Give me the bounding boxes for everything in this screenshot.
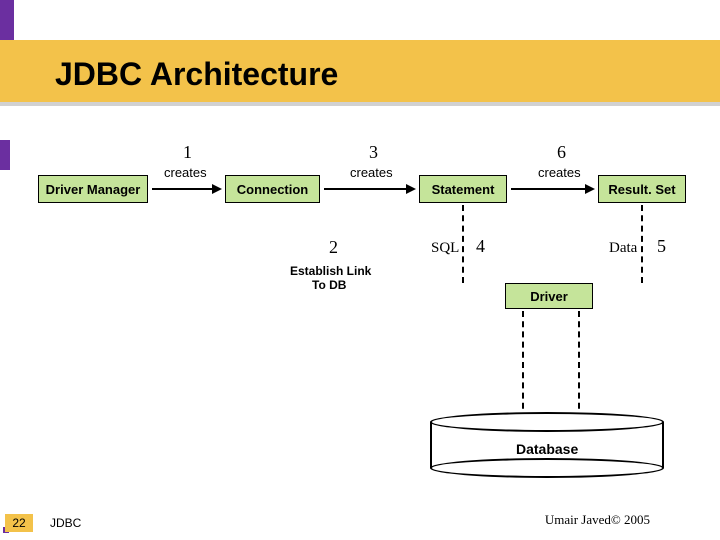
- label-creates-6: creates: [538, 165, 581, 180]
- footer-tag: JDBC: [50, 516, 81, 530]
- step-number-1: 1: [183, 142, 192, 163]
- step-number-6: 6: [557, 142, 566, 163]
- box-resultset: Result. Set: [598, 175, 686, 203]
- box-connection: Connection: [225, 175, 320, 203]
- arrow-3: [324, 188, 414, 190]
- dash-statement: [462, 205, 464, 283]
- title-band: JDBC Architecture: [0, 40, 720, 102]
- copyright: Umair Javed© 2005: [545, 512, 650, 528]
- page-number: 22: [5, 514, 33, 532]
- step-number-5: 5: [657, 236, 666, 257]
- slide: JDBC Architecture 1 3 6 creates creates …: [0, 0, 720, 540]
- title-shadow: [0, 102, 720, 106]
- step-number-2: 2: [329, 237, 338, 258]
- label-sql: SQL: [431, 240, 459, 257]
- step-number-4: 4: [476, 236, 485, 257]
- arrow-6: [511, 188, 593, 190]
- step-number-3: 3: [369, 142, 378, 163]
- box-statement: Statement: [419, 175, 507, 203]
- label-data: Data: [609, 240, 637, 257]
- label-establish-2: To DB: [312, 278, 346, 292]
- slide-title: JDBC Architecture: [55, 56, 338, 93]
- label-establish-1: Establish Link: [290, 264, 371, 278]
- box-driver-manager: Driver Manager: [38, 175, 148, 203]
- dash-driver-right: [578, 311, 580, 419]
- accent-knob: [0, 140, 10, 170]
- arrow-1: [152, 188, 220, 190]
- dash-resultset: [641, 205, 643, 283]
- label-creates-3: creates: [350, 165, 393, 180]
- box-driver: Driver: [505, 283, 593, 309]
- label-database: Database: [516, 441, 578, 457]
- dash-driver-left: [522, 311, 524, 419]
- label-creates-1: creates: [164, 165, 207, 180]
